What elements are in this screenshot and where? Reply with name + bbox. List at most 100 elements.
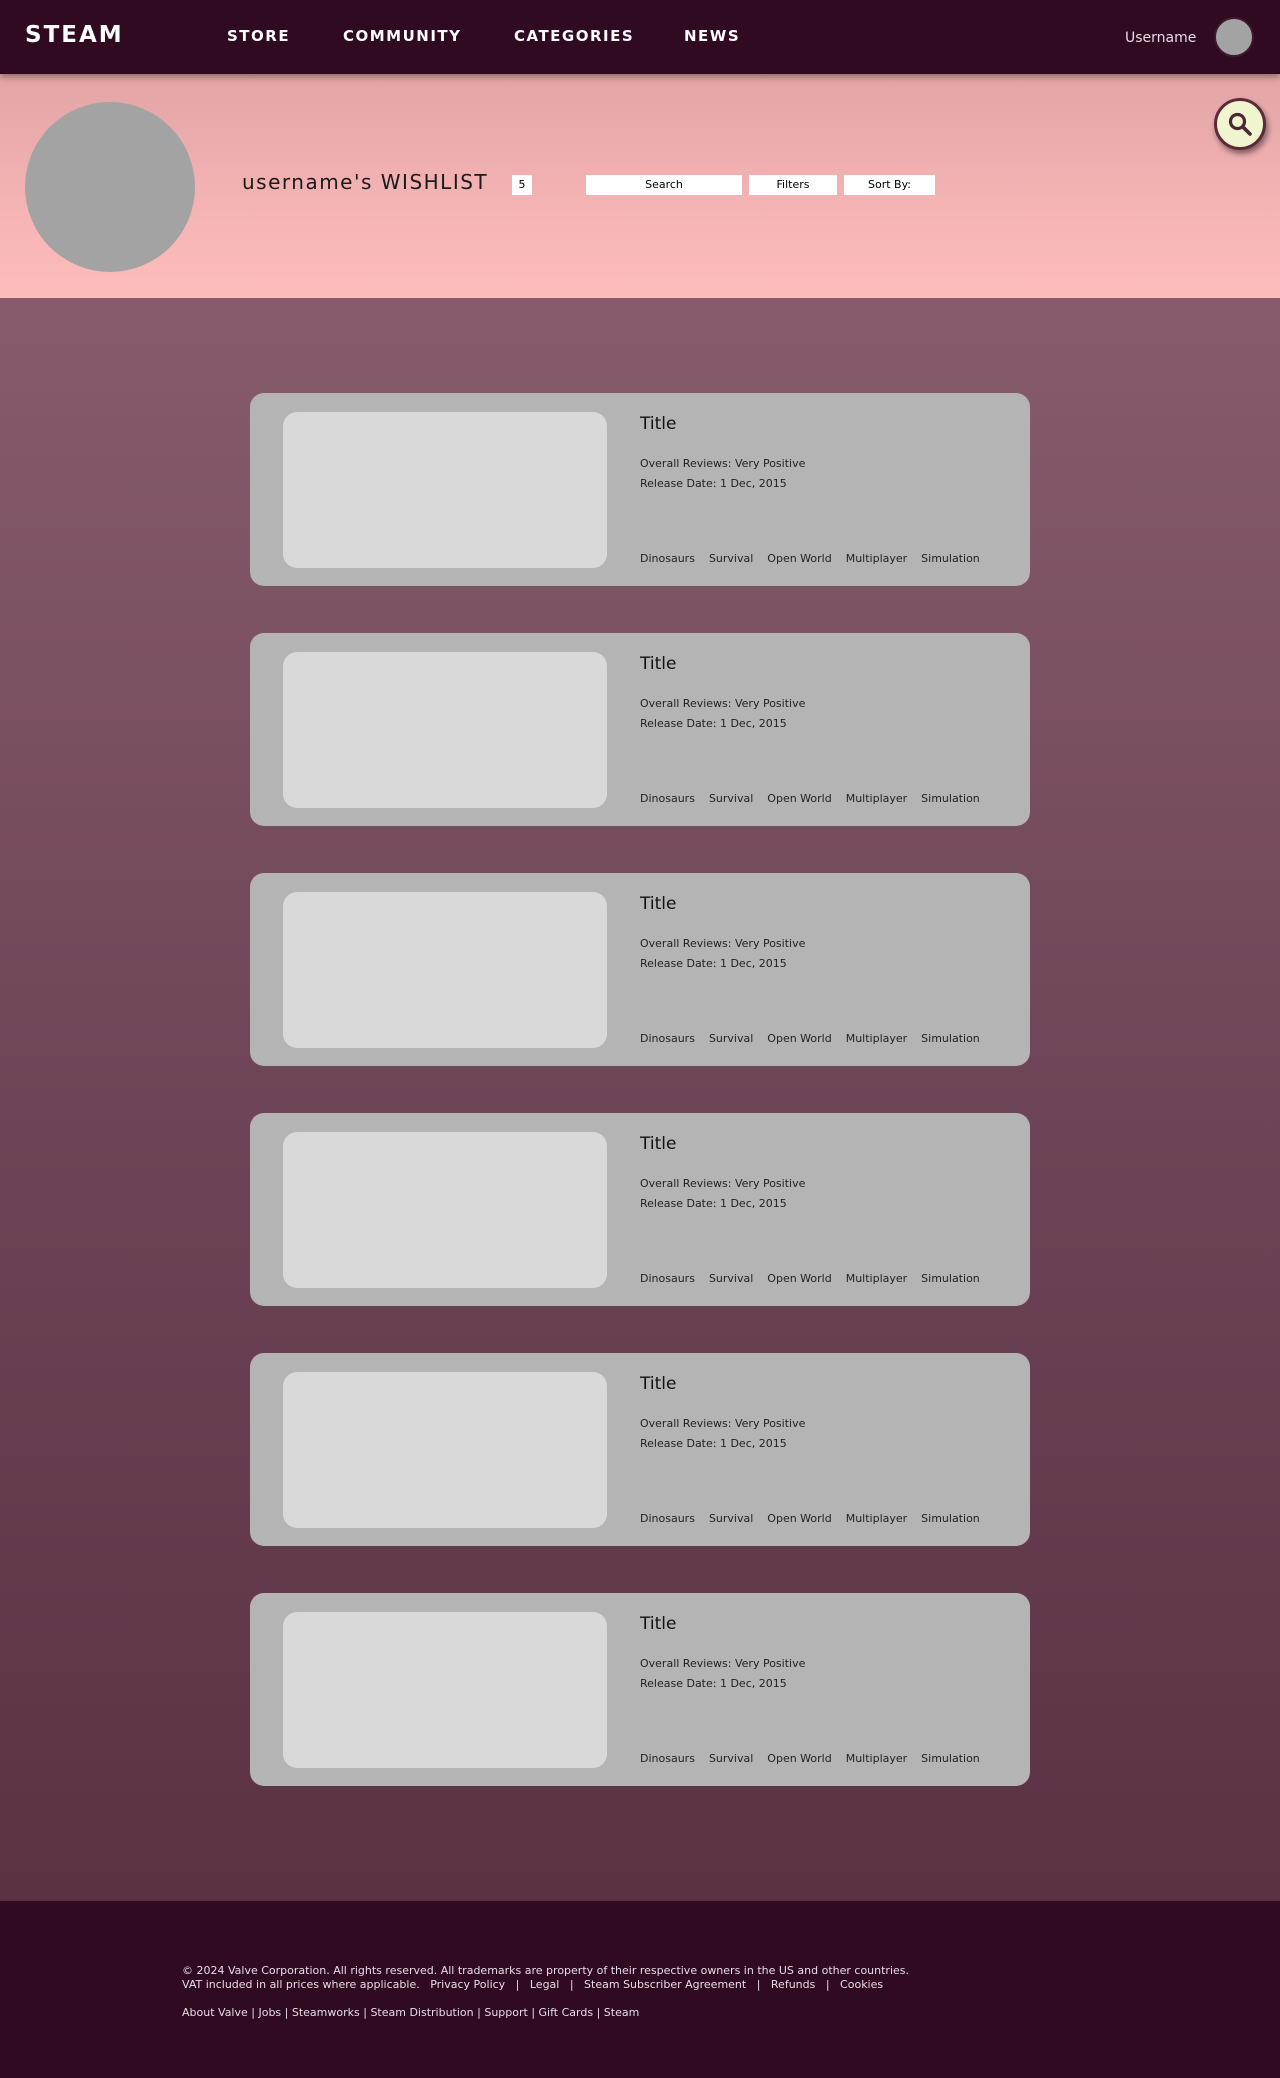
wishlist-count-badge: 5: [512, 175, 532, 195]
wishlist-card[interactable]: Title Overall Reviews: Very Positive Rel…: [250, 1353, 1030, 1546]
tag-dinosaurs[interactable]: Dinosaurs: [640, 792, 695, 805]
tag-open-world[interactable]: Open World: [767, 1752, 831, 1765]
tag-simulation[interactable]: Simulation: [921, 1272, 980, 1285]
footer-separator: |: [281, 2006, 292, 2019]
tag-simulation[interactable]: Simulation: [921, 792, 980, 805]
tag-survival[interactable]: Survival: [709, 1512, 753, 1525]
footer-link-support[interactable]: Support: [484, 2006, 527, 2019]
tag-dinosaurs[interactable]: Dinosaurs: [640, 1752, 695, 1765]
game-reviews: Overall Reviews: Very Positive: [640, 697, 806, 710]
game-title[interactable]: Title: [640, 894, 676, 914]
footer: © 2024 Valve Corporation. All rights res…: [0, 1901, 1280, 2078]
steam-logo[interactable]: STEAM: [25, 22, 124, 48]
footer-separator: |: [593, 2006, 604, 2019]
tag-open-world[interactable]: Open World: [767, 792, 831, 805]
footer-separator: |: [527, 2006, 539, 2019]
wishlist-card[interactable]: Title Overall Reviews: Very Positive Rel…: [250, 633, 1030, 826]
search-fab-button[interactable]: [1214, 98, 1266, 150]
wishlist-card[interactable]: Title Overall Reviews: Very Positive Rel…: [250, 1593, 1030, 1786]
tag-dinosaurs[interactable]: Dinosaurs: [640, 552, 695, 565]
game-release-date: Release Date: 1 Dec, 2015: [640, 477, 787, 490]
tag-multiplayer[interactable]: Multiplayer: [846, 1272, 907, 1285]
wishlist-main: Title Overall Reviews: Very Positive Rel…: [0, 298, 1280, 1901]
game-title[interactable]: Title: [640, 414, 676, 434]
nav-username[interactable]: Username: [1125, 30, 1196, 46]
footer-link-subscriber-agreement[interactable]: Steam Subscriber Agreement: [584, 1978, 746, 1991]
footer-link-refunds[interactable]: Refunds: [771, 1978, 815, 1991]
game-release-date: Release Date: 1 Dec, 2015: [640, 1677, 787, 1690]
tag-multiplayer[interactable]: Multiplayer: [846, 552, 907, 565]
sort-by-button[interactable]: Sort By:: [844, 175, 935, 195]
tag-survival[interactable]: Survival: [709, 1032, 753, 1045]
nav-store[interactable]: STORE: [227, 27, 290, 45]
tag-survival[interactable]: Survival: [709, 1272, 753, 1285]
top-nav: STEAM STORE COMMUNITY CATEGORIES NEWS Us…: [0, 0, 1280, 74]
game-title[interactable]: Title: [640, 1134, 676, 1154]
wishlist-card[interactable]: Title Overall Reviews: Very Positive Rel…: [250, 873, 1030, 1066]
game-reviews: Overall Reviews: Very Positive: [640, 1177, 806, 1190]
nav-community[interactable]: COMMUNITY: [343, 27, 462, 45]
tag-simulation[interactable]: Simulation: [921, 1752, 980, 1765]
footer-link-gift-cards[interactable]: Gift Cards: [539, 2006, 594, 2019]
game-release-date: Release Date: 1 Dec, 2015: [640, 1437, 787, 1450]
footer-link-legal[interactable]: Legal: [530, 1978, 559, 1991]
search-button[interactable]: Search: [586, 175, 742, 195]
footer-link-jobs[interactable]: Jobs: [258, 2006, 281, 2019]
footer-separator: |: [247, 2006, 259, 2019]
tag-multiplayer[interactable]: Multiplayer: [846, 1752, 907, 1765]
footer-link-about-valve[interactable]: About Valve: [182, 2006, 248, 2019]
game-tags: Dinosaurs Survival Open World Multiplaye…: [640, 792, 980, 805]
tag-open-world[interactable]: Open World: [767, 552, 831, 565]
footer-separator: |: [815, 1978, 841, 1991]
tag-multiplayer[interactable]: Multiplayer: [846, 1032, 907, 1045]
game-reviews: Overall Reviews: Very Positive: [640, 457, 806, 470]
game-reviews: Overall Reviews: Very Positive: [640, 1417, 806, 1430]
game-image-placeholder[interactable]: [283, 1372, 607, 1528]
footer-separator: |: [559, 1978, 585, 1991]
footer-links-row: About Valve | Jobs | Steamworks | Steam …: [182, 2006, 639, 2019]
footer-vat-note: VAT included in all prices where applica…: [182, 1978, 420, 1991]
wishlist-card[interactable]: Title Overall Reviews: Very Positive Rel…: [250, 393, 1030, 586]
tag-survival[interactable]: Survival: [709, 552, 753, 565]
tag-dinosaurs[interactable]: Dinosaurs: [640, 1272, 695, 1285]
tag-open-world[interactable]: Open World: [767, 1032, 831, 1045]
footer-link-cookies[interactable]: Cookies: [840, 1978, 883, 1991]
footer-link-steam-distribution[interactable]: Steam Distribution: [370, 2006, 473, 2019]
user-avatar[interactable]: [1214, 17, 1254, 57]
tag-multiplayer[interactable]: Multiplayer: [846, 792, 907, 805]
tag-dinosaurs[interactable]: Dinosaurs: [640, 1032, 695, 1045]
game-tags: Dinosaurs Survival Open World Multiplaye…: [640, 1752, 980, 1765]
tag-open-world[interactable]: Open World: [767, 1512, 831, 1525]
nav-categories[interactable]: CATEGORIES: [514, 27, 634, 45]
footer-link-steamworks[interactable]: Steamworks: [292, 2006, 360, 2019]
game-title[interactable]: Title: [640, 1614, 676, 1634]
game-image-placeholder[interactable]: [283, 412, 607, 568]
game-image-placeholder[interactable]: [283, 1612, 607, 1768]
footer-separator: |: [359, 2006, 371, 2019]
tag-simulation[interactable]: Simulation: [921, 1512, 980, 1525]
tag-survival[interactable]: Survival: [709, 1752, 753, 1765]
game-image-placeholder[interactable]: [283, 892, 607, 1048]
nav-news[interactable]: NEWS: [684, 27, 740, 45]
game-release-date: Release Date: 1 Dec, 2015: [640, 717, 787, 730]
game-image-placeholder[interactable]: [283, 652, 607, 808]
footer-link-privacy-policy[interactable]: Privacy Policy: [430, 1978, 505, 1991]
tag-multiplayer[interactable]: Multiplayer: [846, 1512, 907, 1525]
game-title[interactable]: Title: [640, 1374, 676, 1394]
tag-dinosaurs[interactable]: Dinosaurs: [640, 1512, 695, 1525]
tag-survival[interactable]: Survival: [709, 792, 753, 805]
wishlist-card[interactable]: Title Overall Reviews: Very Positive Rel…: [250, 1113, 1030, 1306]
game-image-placeholder[interactable]: [283, 1132, 607, 1288]
game-title[interactable]: Title: [640, 654, 676, 674]
footer-separator: |: [746, 1978, 771, 1991]
tag-simulation[interactable]: Simulation: [921, 552, 980, 565]
search-icon: [1228, 112, 1252, 136]
game-release-date: Release Date: 1 Dec, 2015: [640, 957, 787, 970]
tag-simulation[interactable]: Simulation: [921, 1032, 980, 1045]
game-reviews: Overall Reviews: Very Positive: [640, 1657, 806, 1670]
tag-open-world[interactable]: Open World: [767, 1272, 831, 1285]
game-tags: Dinosaurs Survival Open World Multiplaye…: [640, 1512, 980, 1525]
filters-button[interactable]: Filters: [749, 175, 837, 195]
footer-link-steam[interactable]: Steam: [604, 2006, 640, 2019]
footer-separator: |: [505, 1978, 530, 1991]
